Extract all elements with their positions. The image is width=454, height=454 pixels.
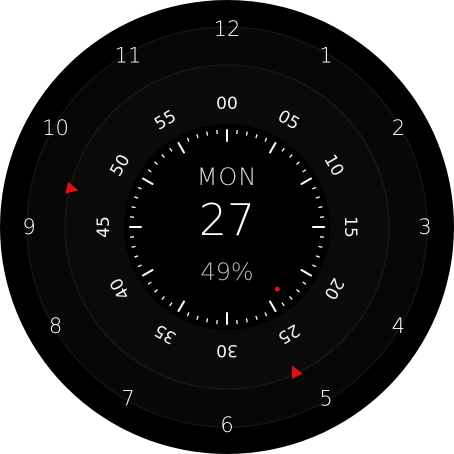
- minor-tick: [245, 318, 248, 323]
- hour-numeral-2: 2: [392, 116, 405, 140]
- minor-tick: [196, 134, 199, 139]
- minor-tick: [206, 131, 209, 136]
- minor-tick: [206, 318, 209, 323]
- hour-numeral-1: 1: [319, 44, 332, 68]
- hour-numeral-8: 8: [49, 314, 62, 338]
- second-dot-icon: [274, 286, 280, 292]
- hour-numeral-5: 5: [319, 386, 332, 410]
- minor-tick: [134, 255, 139, 258]
- day-label: MON: [196, 163, 258, 191]
- minor-tick: [245, 131, 248, 136]
- hour-numeral-12: 12: [214, 17, 241, 41]
- hour-numeral-10: 10: [42, 116, 69, 140]
- date-label: 27: [199, 195, 255, 246]
- battery-label: 49%: [200, 258, 254, 286]
- hour-numeral-6: 6: [220, 413, 233, 437]
- hour-numeral-4: 4: [392, 314, 405, 338]
- minute-numeral-00: 00: [216, 94, 238, 114]
- minor-tick: [255, 134, 258, 139]
- minute-numeral-30: 30: [216, 340, 238, 360]
- hour-numeral-11: 11: [115, 44, 142, 68]
- hour-numeral-7: 7: [121, 386, 134, 410]
- minor-tick: [315, 255, 320, 258]
- minor-tick: [255, 315, 258, 320]
- minor-tick: [196, 315, 199, 320]
